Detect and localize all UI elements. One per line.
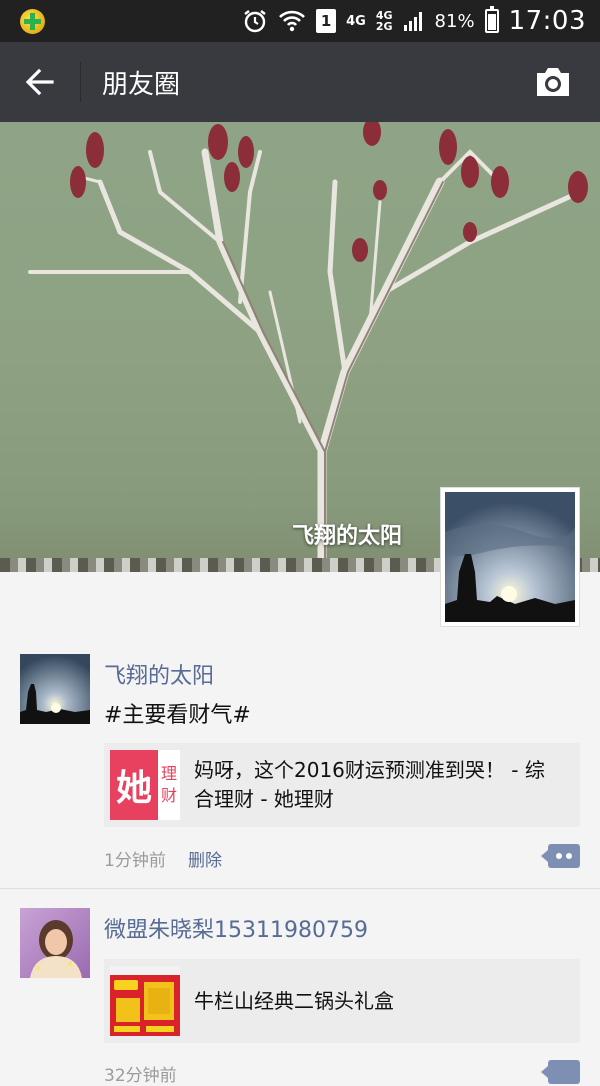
action-bar-divider xyxy=(80,62,81,102)
shared-link-title: 妈呀，这个2016财运预测准到哭！ - 综合理财 - 她理财 xyxy=(194,758,545,811)
network-type-b: 4G 2G xyxy=(376,10,393,32)
status-bar: 1 4G 4G 2G 81% 17:03 xyxy=(0,0,600,42)
shared-link-card[interactable]: 她 理 财 妈呀，这个2016财运预测准到哭！ - 综合理财 - 她理财 xyxy=(104,743,580,827)
signal-icon xyxy=(403,10,425,32)
camera-button[interactable] xyxy=(530,62,576,102)
shared-link-card[interactable]: 牛栏山经典二锅头礼盒 xyxy=(104,959,580,1043)
back-button[interactable] xyxy=(20,62,60,102)
wifi-icon xyxy=(278,9,306,33)
moment-post: 飞翔的太阳 #主要看财气# 她 理 财 妈呀，这个2016财运预测准到哭！ - … xyxy=(0,572,600,888)
alarm-icon xyxy=(242,8,268,34)
post-delete-button[interactable]: 删除 xyxy=(188,846,222,871)
comment-button[interactable] xyxy=(541,844,580,868)
thumb-side-char-2: 财 xyxy=(160,786,177,805)
battery-percent: 81% xyxy=(434,10,475,32)
network-type-a: 4G xyxy=(346,13,366,29)
page-title: 朋友圈 xyxy=(102,70,181,100)
moment-post: 微盟朱晓梨15311980759 牛栏山经典二锅头礼盒 32分钟前 xyxy=(0,889,600,1086)
post-author-name[interactable]: 微盟朱晓梨15311980759 xyxy=(104,912,368,944)
post-time: 32分钟前 xyxy=(104,1066,177,1086)
cover-user-name[interactable]: 飞翔的太阳 xyxy=(292,518,402,550)
product-thumbnail-image xyxy=(110,966,180,1036)
post-author-avatar[interactable] xyxy=(20,908,90,978)
battery-icon xyxy=(484,6,499,33)
arrow-left-icon xyxy=(25,68,54,96)
app-notification-icon xyxy=(20,9,45,34)
shared-link-thumbnail: 她 理 财 xyxy=(110,750,180,820)
shared-link-thumbnail xyxy=(110,966,180,1036)
thumb-side-char-1: 理 xyxy=(160,764,177,783)
person-avatar-image xyxy=(20,908,90,978)
sim-slot-badge: 1 xyxy=(316,9,337,33)
network-type-b-bottom: 2G xyxy=(375,20,393,33)
status-icons: 1 4G 4G 2G 81% 17:03 xyxy=(242,0,586,42)
battery-fill xyxy=(487,13,496,30)
camera-icon xyxy=(537,68,569,96)
action-bar: 朋友圈 xyxy=(0,42,600,122)
thumb-main-char: 她 xyxy=(110,750,158,820)
sunset-avatar-image xyxy=(20,654,90,724)
comment-button[interactable] xyxy=(541,1060,580,1084)
post-text[interactable]: #主要看财气# xyxy=(104,697,251,729)
moments-feed: 飞翔的太阳 #主要看财气# 她 理 财 妈呀，这个2016财运预测准到哭！ - … xyxy=(0,572,600,1086)
post-author-avatar[interactable] xyxy=(20,654,90,724)
shared-link-title: 牛栏山经典二锅头礼盒 xyxy=(194,988,394,1013)
clock: 17:03 xyxy=(508,6,586,36)
comment-dot-icon xyxy=(566,853,572,859)
post-author-name[interactable]: 飞翔的太阳 xyxy=(104,658,214,690)
thumb-side-chars: 理 财 xyxy=(158,750,180,820)
comment-dot-icon xyxy=(556,853,562,859)
post-time: 1分钟前 xyxy=(104,851,166,871)
